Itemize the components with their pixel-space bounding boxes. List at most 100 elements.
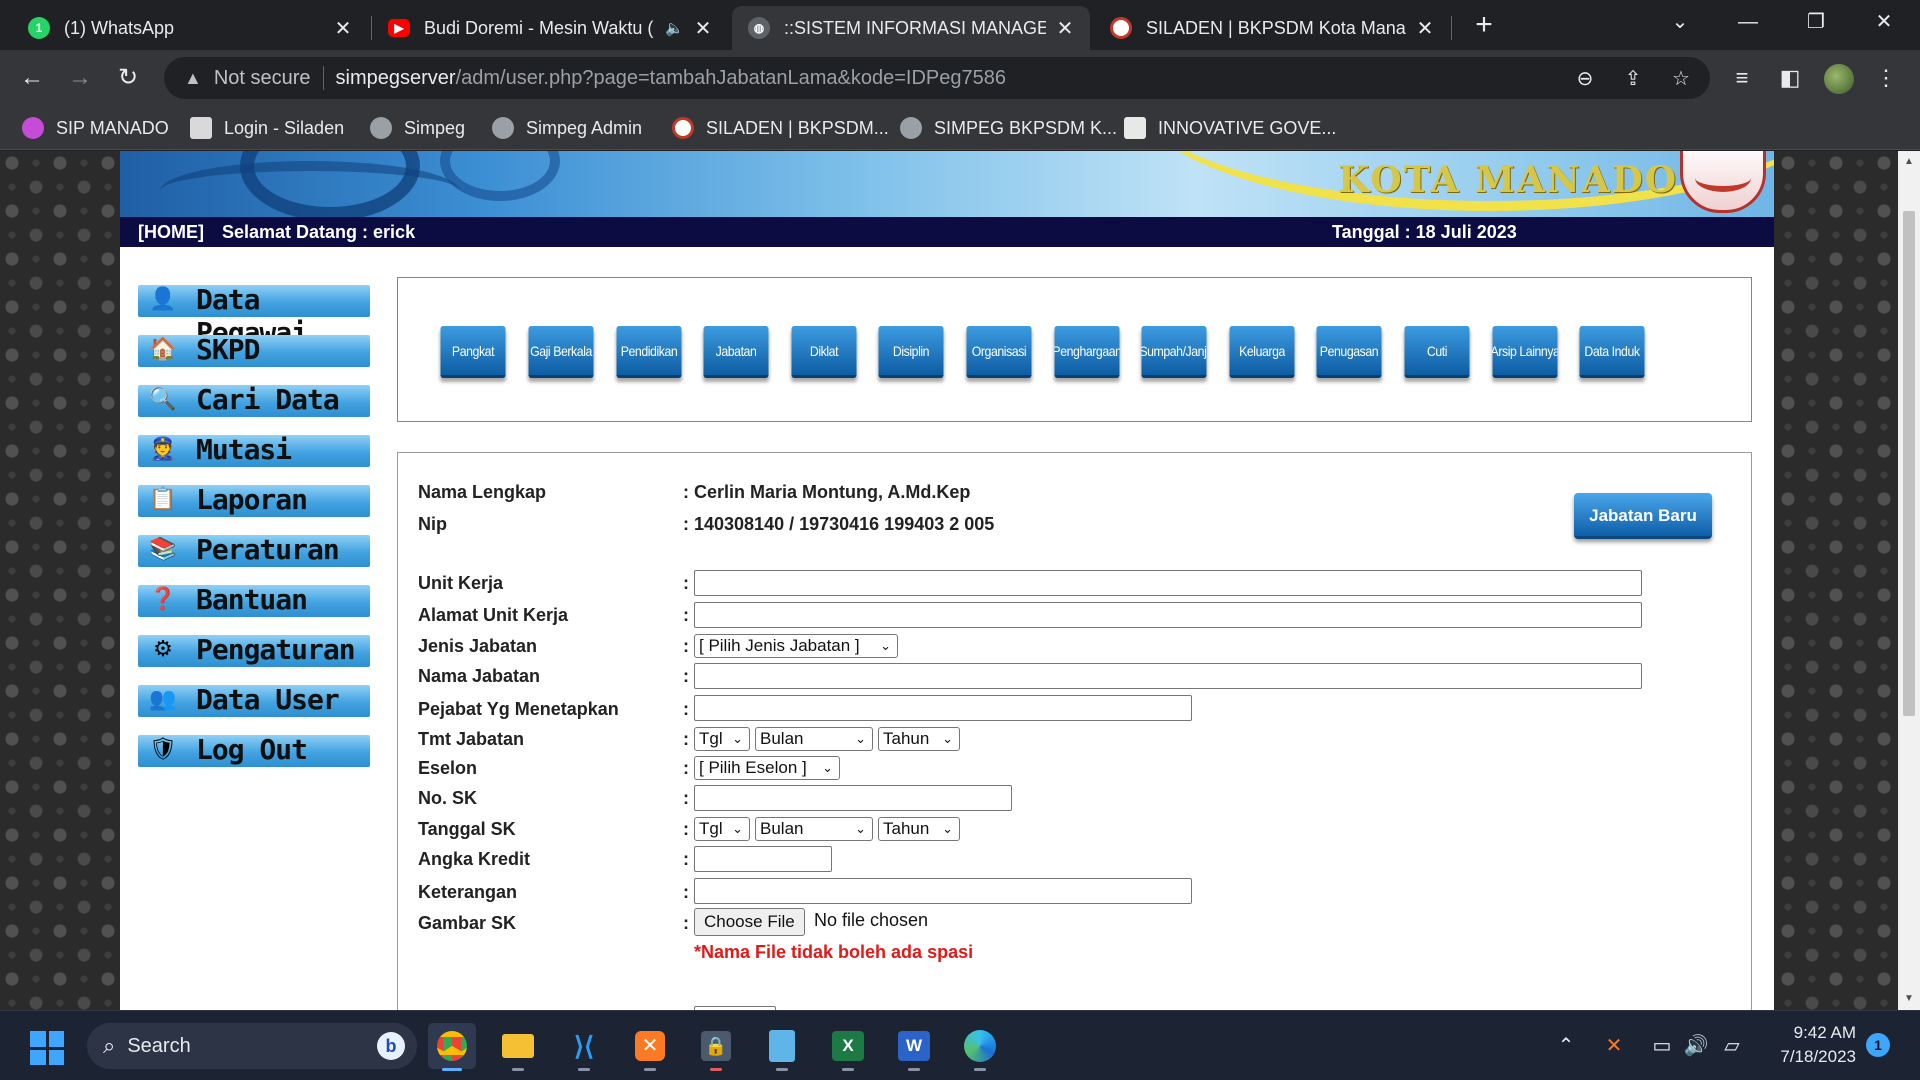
network-icon[interactable]: ▭	[1648, 1033, 1676, 1058]
sidebar-item-bantuan[interactable]: ❓ Bantuan	[138, 577, 372, 619]
menu-button-cuti[interactable]: Cuti	[1404, 326, 1470, 378]
profile-avatar[interactable]	[1822, 62, 1856, 96]
xampp-taskbar-icon[interactable]: ✕	[626, 1023, 674, 1071]
scroll-up-arrow[interactable]: ▲	[1898, 151, 1920, 173]
vscode-taskbar-icon[interactable]: ⟩⟨	[560, 1023, 608, 1071]
page-scrollbar[interactable]: ▲ ▼	[1898, 151, 1920, 1010]
bookmark-sip-manado[interactable]: SIP MANADO	[22, 116, 169, 140]
share-icon[interactable]: ⇪	[1620, 66, 1646, 92]
restore-button[interactable]: ❐	[1782, 0, 1850, 44]
forward-button[interactable]: →	[62, 60, 98, 96]
scroll-thumb[interactable]	[1903, 211, 1915, 716]
tmt-day-select[interactable]: Tgl ⌄	[694, 727, 750, 751]
scroll-down-arrow[interactable]: ▼	[1898, 988, 1920, 1010]
menu-button-data-induk[interactable]: Data Induk	[1579, 326, 1645, 378]
alamat-unit-kerja-input[interactable]	[694, 602, 1642, 628]
address-bar[interactable]: ▲ Not secure simpegserver/adm/user.php?p…	[164, 57, 1710, 99]
side-panel-icon[interactable]: ◧	[1774, 62, 1806, 94]
tmt-month-select[interactable]: Bulan ⌄	[755, 727, 873, 751]
sidebar-item-data-pegawai[interactable]: 👤 Data Pegawai	[138, 277, 372, 349]
edge-taskbar-icon[interactable]	[956, 1023, 1004, 1071]
no-sk-input[interactable]	[694, 785, 1012, 811]
menu-button-organisasi[interactable]: Organisasi	[966, 326, 1032, 378]
jenis-jabatan-select[interactable]: [ Pilih Jenis Jabatan ] ⌄	[694, 634, 898, 658]
url-text[interactable]: simpegserver/adm/user.php?page=tambahJab…	[336, 67, 1006, 90]
sk-year-select[interactable]: Tahun ⌄	[878, 817, 960, 841]
menu-button-diklat[interactable]: Diklat	[791, 326, 857, 378]
excel-taskbar-icon[interactable]: X	[824, 1023, 872, 1071]
bookmark-simpeg-admin[interactable]: Simpeg Admin	[492, 116, 642, 140]
windows-start-button[interactable]	[30, 1031, 64, 1065]
word-taskbar-icon[interactable]: W	[890, 1023, 938, 1071]
sidebar-item-laporan[interactable]: 📋 Laporan	[138, 477, 372, 519]
notification-badge[interactable]: 1	[1866, 1033, 1890, 1057]
xampp-tray-icon[interactable]: ✕	[1600, 1033, 1628, 1058]
close-tab-icon[interactable]: ✕	[1414, 16, 1436, 41]
menu-button-sumpah-janji[interactable]: Sumpah/Janji	[1141, 326, 1207, 378]
security-app-taskbar-icon[interactable]: 🔒	[692, 1023, 740, 1071]
sidebar-item-log-out[interactable]: 🛡 Log Out	[138, 727, 372, 769]
battery-icon[interactable]: ▱	[1718, 1033, 1746, 1058]
tab-youtube[interactable]: ▶ Budi Doremi - Mesin Waktu ( 🔈 ✕	[372, 6, 728, 50]
close-tab-icon[interactable]: ✕	[1054, 16, 1076, 41]
close-window-button[interactable]: ✕	[1850, 0, 1918, 44]
menu-button-pendidikan[interactable]: Pendidikan	[616, 326, 682, 378]
angka-kredit-input[interactable]	[694, 846, 832, 872]
warning-triangle-icon[interactable]: ▲	[184, 68, 202, 89]
tab-simpeg-active[interactable]: ◍ ::SISTEM INFORMASI MANAGEM ✕	[732, 6, 1090, 50]
unit-kerja-input[interactable]	[694, 570, 1642, 596]
sk-day-select[interactable]: Tgl ⌄	[694, 817, 750, 841]
tab-search-icon[interactable]: ⌄	[1646, 0, 1714, 44]
volume-icon[interactable]: 🔊	[1682, 1033, 1710, 1058]
zoom-icon[interactable]: ⊖	[1572, 66, 1598, 92]
menu-button-keluarga[interactable]: Keluarga	[1229, 326, 1295, 378]
minimize-button[interactable]: —	[1714, 0, 1782, 44]
sk-month-select[interactable]: Bulan ⌄	[755, 817, 873, 841]
tmt-year-select[interactable]: Tahun ⌄	[878, 727, 960, 751]
system-clock[interactable]: 9:42 AM 7/18/2023	[1770, 1021, 1856, 1069]
menu-button-disiplin[interactable]: Disiplin	[878, 326, 944, 378]
taskbar-search[interactable]: ⌕ Search b	[87, 1023, 417, 1069]
tab-siladen[interactable]: SILADEN | BKPSDM Kota Manado ✕	[1094, 6, 1450, 50]
security-label[interactable]: Not secure	[214, 67, 311, 90]
bookmark-star-icon[interactable]: ☆	[1668, 66, 1694, 92]
sidebar-item-skpd[interactable]: 🏠 SKPD	[138, 327, 372, 369]
back-button[interactable]: ←	[14, 60, 50, 96]
keterangan-input[interactable]	[694, 878, 1192, 904]
bookmark-innovative-gov[interactable]: INNOVATIVE GOVE...	[1124, 116, 1336, 140]
close-tab-icon[interactable]: ✕	[692, 16, 714, 41]
show-hidden-icons-chevron[interactable]: ⌃	[1552, 1033, 1580, 1058]
chrome-taskbar-icon[interactable]	[428, 1023, 476, 1071]
sidebar-item-data-user[interactable]: 👥 Data User	[138, 677, 372, 719]
menu-button-penghargaan[interactable]: Penghargaan	[1054, 326, 1120, 378]
close-tab-icon[interactable]: ✕	[332, 16, 354, 41]
sidebar-item-cari-data[interactable]: 🔍 Cari Data	[138, 377, 372, 419]
tab-whatsapp[interactable]: 1 (1) WhatsApp ✕	[12, 6, 368, 50]
reload-button[interactable]: ↻	[110, 60, 146, 96]
speaker-icon[interactable]: 🔈	[665, 19, 684, 37]
menu-button-gaji-berkala[interactable]: Gaji Berkala	[528, 326, 594, 378]
sidebar-item-peraturan[interactable]: 📚 Peraturan	[138, 527, 372, 569]
eselon-select[interactable]: [ Pilih Eselon ] ⌄	[694, 756, 840, 780]
bookmark-login-siladen[interactable]: Login - Siladen	[190, 116, 344, 140]
sidebar-item-pengaturan[interactable]: ⚙ Pengaturan	[138, 627, 372, 669]
menu-button-jabatan[interactable]: Jabatan	[703, 326, 769, 378]
file-explorer-taskbar-icon[interactable]	[494, 1023, 542, 1071]
sidebar-item-mutasi[interactable]: 👮 Mutasi	[138, 427, 372, 469]
choose-file-button[interactable]: Choose File	[694, 908, 805, 936]
bookmark-simpeg-bkpsdm[interactable]: SIMPEG BKPSDM K...	[900, 116, 1117, 140]
bookmark-siladen[interactable]: SILADEN | BKPSDM...	[672, 116, 889, 140]
menu-button-penugasan[interactable]: Penugasan	[1316, 326, 1382, 378]
notepad-taskbar-icon[interactable]	[758, 1023, 806, 1071]
new-tab-button[interactable]: +	[1466, 8, 1502, 44]
bookmark-simpeg[interactable]: Simpeg	[370, 116, 465, 140]
menu-dots-icon[interactable]: ⋮	[1870, 62, 1902, 94]
bing-icon[interactable]: b	[377, 1032, 405, 1060]
menu-button-pangkat[interactable]: Pangkat	[440, 326, 506, 378]
media-control-icon[interactable]: ≡	[1726, 62, 1758, 94]
menu-button-arsip-lainnya[interactable]: Arsip Lainnya	[1492, 326, 1558, 378]
pejabat-input[interactable]	[694, 695, 1192, 721]
new-position-button[interactable]: Jabatan Baru	[1574, 493, 1712, 539]
nama-jabatan-input[interactable]	[694, 663, 1642, 689]
home-link[interactable]: [HOME]	[138, 217, 204, 247]
